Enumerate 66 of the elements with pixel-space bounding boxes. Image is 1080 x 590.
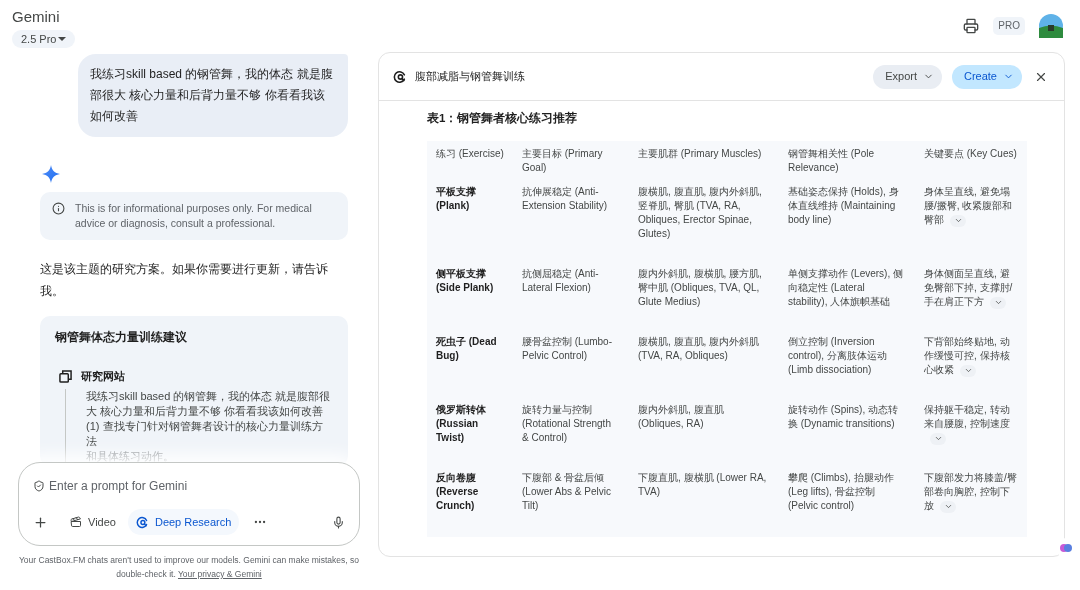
table-title: 表1：钢管舞者核心练习推荐	[427, 110, 579, 126]
footer-text: Your CastBox.FM chats aren't used to improve our models. Gemini can make mistakes, so double-check it. Your privacy & Gemini	[18, 555, 359, 579]
table-cell-text: 腹内外斜肌, 腹直肌 (Obliques, RA)	[637, 403, 725, 432]
avatar[interactable]	[1039, 14, 1063, 38]
step-text: 我练习skill based 的钢管舞，我的体态 就是腹部很大 核心力量和后背力量不够 你看看我该如何改善	[86, 388, 332, 419]
disclaimer-text: This is for informational purposes only. For medical advice or diagnosis, consult a professional.	[75, 201, 313, 231]
table-cell-text: 俄罗斯转体 (Russian Twist)	[435, 403, 487, 446]
response-text: 这是该主题的研究方案。如果你需要进行更新，请告诉我。	[40, 261, 329, 300]
column-header: 主要目标 (Primary Goal)	[521, 147, 604, 176]
research-plan-title: 钢管舞体态力量训练建议	[55, 329, 188, 346]
add-icon[interactable]	[33, 514, 48, 530]
pro-badge: PRO	[993, 17, 1025, 35]
step-text: (1) 查找专门针对钢管舞者设计的核心力量训练方法	[86, 418, 324, 449]
tool-chip[interactable]: Video	[62, 509, 124, 535]
step-title: 研究网站	[81, 369, 125, 384]
table-cell-text: 抗伸展稳定 (Anti-Extension Stability)	[521, 185, 609, 214]
expand-chevron-icon[interactable]	[960, 364, 976, 377]
table-cell-text: 死虫子 (Dead Bug)	[435, 335, 498, 364]
dropdown-caret-icon	[58, 36, 67, 42]
table-cell-text: 旋转力量与控制 (Rotational Strength & Control)	[521, 403, 612, 446]
info-icon	[52, 202, 65, 215]
table-cell-text: 抗侧屈稳定 (Anti-Lateral Flexion)	[521, 267, 600, 296]
table-cell-text: 身体侧面呈直线, 避免臀部下掉, 支撑肘/手在肩正下方	[923, 267, 1014, 310]
prompt-input[interactable]: Enter a prompt for Gemini	[49, 477, 188, 495]
column-header: 关键要点 (Key Cues)	[923, 147, 1018, 162]
table-cell-text: 倒立控制 (Inversion control), 分离肢体运动 (Limb dissociation)	[787, 335, 888, 378]
table-cell-text: 平板支撑 (Plank)	[435, 185, 477, 214]
table-cell-text: 单侧支撑动作 (Levers), 侧向稳定性 (Lateral stability), 人体旗帜基础	[787, 267, 904, 310]
table-cell-text: 旋转动作 (Spins), 动态转换 (Dynamic transitions)	[787, 403, 899, 432]
research-icon	[135, 515, 149, 529]
table-cell-text: 下背部始终贴地, 动作缓慢可控, 保持核心收紧	[923, 335, 1011, 378]
expand-chevron-icon[interactable]	[990, 296, 1006, 309]
table-cell-text: 下腹部 & 骨盆后倾 (Lower Abs & Pelvic Tilt)	[521, 471, 612, 514]
video-icon	[70, 516, 82, 528]
browser-window-icon	[59, 369, 72, 383]
gemini-star-icon	[42, 165, 60, 183]
model-selector[interactable]: 2.5 Pro	[12, 30, 76, 48]
table-cell-text: 腹横肌, 腹直肌, 腹内外斜肌 (TVA, RA, Obliques)	[637, 335, 761, 364]
privacy-link[interactable]: Your privacy & Gemini	[178, 569, 262, 579]
tool-chip[interactable]: Deep Research	[127, 509, 240, 535]
table-cell: 保持躯干稳定, 转动来自腰腹, 控制速度	[915, 403, 1027, 446]
shield-icon	[33, 480, 45, 492]
export-button[interactable]: Export	[873, 64, 942, 89]
table-cell-text: 侧平板支撑 (Side Plank)	[435, 267, 495, 296]
table-cell-text: 腹内外斜肌, 腹横肌, 腰方肌, 臀中肌 (Obliques, TVA, QL, Glute Medius)	[637, 267, 763, 310]
panel-title: 腹部减脂与钢管舞训练	[415, 69, 525, 85]
table-cell-text: 基础姿态保持 (Holds), 身体直线维持 (Maintaining body line)	[787, 185, 900, 228]
column-header: 主要肌群 (Primary Muscles)	[637, 147, 763, 162]
expand-chevron-icon[interactable]	[940, 500, 956, 513]
table-cell-text: 攀爬 (Climbs), 抬腿动作 (Leg lifts), 骨盆控制 (Pelvic control)	[787, 471, 895, 514]
microphone-icon[interactable]	[332, 515, 345, 529]
user-message-bubble: 我练习skill based 的钢管舞，我的体态 就是腹部很大 核心力量和后背力量不够 你看看我该如何改善	[78, 54, 348, 137]
research-icon	[393, 69, 407, 84]
printer-icon[interactable]	[963, 18, 980, 34]
column-header: 练习 (Exercise)	[435, 147, 505, 162]
app-title: Gemini	[12, 8, 61, 26]
expand-chevron-icon[interactable]	[950, 214, 966, 227]
table-cell-text: 下腹直肌, 腹横肌 (Lower RA, TVA)	[637, 471, 768, 500]
table-cell-text: 身体呈直线, 避免塌腰/撅臀, 收紧腹部和臀部	[923, 185, 1014, 229]
table-cell-text: 反向卷腹 (Reverse Crunch)	[435, 471, 480, 514]
table-cell-text: 腹横肌, 腹直肌, 腹内外斜肌, 竖脊肌, 臀肌 (TVA, RA, Obliques, Erector Spinae, Glutes)	[637, 185, 763, 242]
table-cell-text: 腰骨盆控制 (Lumbo-Pelvic Control)	[521, 335, 613, 364]
table-cell-text: 下腹部发力将膝盖/臀部卷向胸腔, 控制下放	[923, 471, 1018, 514]
column-header: 钢管舞相关性 (Pole Relevance)	[787, 147, 876, 176]
create-button[interactable]: Create	[951, 64, 1022, 89]
expand-chevron-icon[interactable]	[930, 432, 946, 445]
